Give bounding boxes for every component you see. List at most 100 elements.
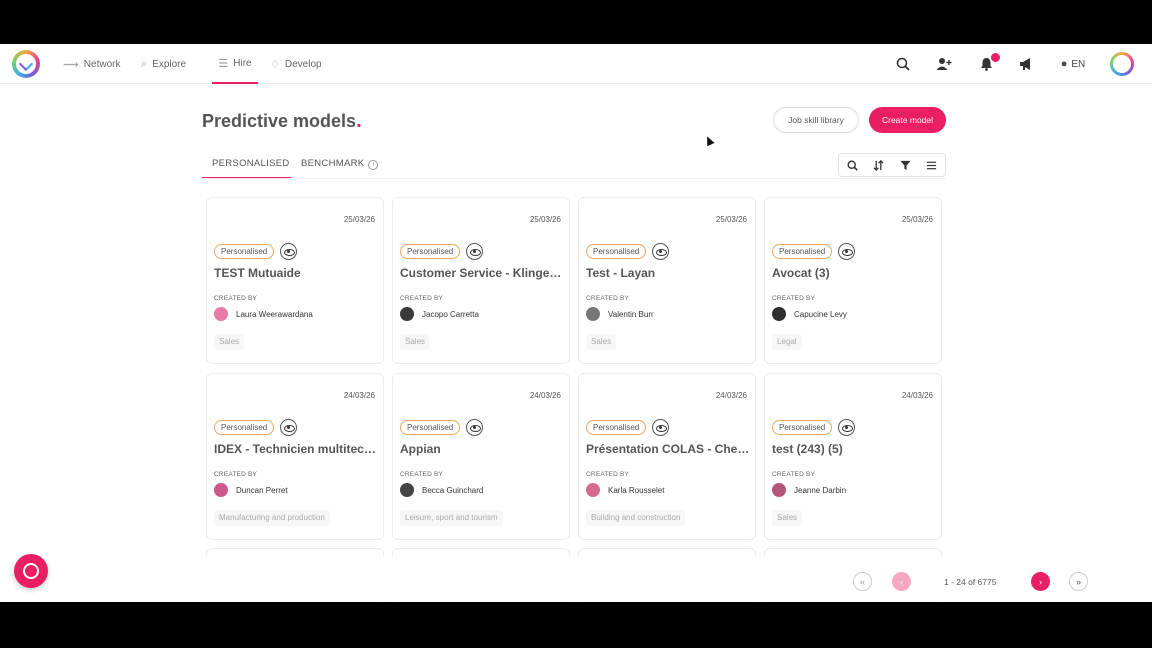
- search-icon[interactable]: [893, 44, 913, 84]
- creator-name: Karla Rousselet: [608, 485, 665, 495]
- hire-icon: ☰: [218, 57, 229, 70]
- card-date: 25/03/26: [715, 215, 747, 224]
- list-toolbar: [838, 153, 946, 177]
- tab-personalised[interactable]: PERSONALISED: [202, 154, 291, 179]
- model-card[interactable]: 25/03/26 Personalised TEST Mutuaide CREATED…: [206, 197, 384, 364]
- notification-bell-icon[interactable]: [976, 44, 1000, 84]
- category-tag: Building and construction: [586, 510, 686, 526]
- tabs-divider: [202, 178, 946, 179]
- created-by-label: CREATED BY: [400, 471, 444, 478]
- creator-name: Capucine Levy: [794, 309, 847, 319]
- visibility-eye-icon[interactable]: [466, 419, 483, 436]
- nav-item-develop[interactable]: ♢ Develop: [270, 44, 322, 84]
- card-date: 24/03/26: [529, 391, 561, 400]
- card-title: IDEX - Technicien multitech...: [214, 442, 378, 456]
- category-tag: Leisure, sport and tourism: [400, 510, 503, 526]
- list-view-icon[interactable]: [919, 154, 946, 176]
- last-page-button[interactable]: »: [1069, 572, 1088, 591]
- support-headset-icon[interactable]: [14, 554, 48, 588]
- created-by-label: CREATED BY: [772, 295, 816, 302]
- nav-item-hire[interactable]: ☰ Hire: [212, 44, 258, 84]
- status-badge: Personalised: [772, 244, 833, 259]
- creator: Karla Rousselet: [586, 483, 664, 497]
- model-card[interactable]: 25/03/26 Personalised Test - Layan CREATED …: [578, 197, 756, 364]
- category-tag: Legal: [772, 334, 802, 350]
- category-tag: Sales: [400, 334, 431, 350]
- search-icon[interactable]: [839, 154, 866, 176]
- visibility-eye-icon[interactable]: [280, 419, 297, 436]
- status-badge: Personalised: [772, 420, 833, 435]
- avatar: [214, 307, 228, 321]
- avatar: [586, 307, 600, 321]
- letterbox-bottom: [0, 602, 1152, 648]
- created-by-label: CREATED BY: [214, 471, 258, 478]
- megaphone-icon[interactable]: [1016, 44, 1036, 84]
- add-user-icon[interactable]: [934, 44, 954, 84]
- card-date: 24/03/26: [901, 391, 933, 400]
- creator-name: Jeanne Darbin: [794, 485, 847, 495]
- creator: Becca Guinchard: [400, 483, 483, 497]
- create-model-button[interactable]: Create model: [869, 107, 946, 133]
- creator-name: Valentin Burr: [608, 309, 654, 319]
- creator: Capucine Levy: [772, 307, 847, 321]
- card-date: 25/03/26: [901, 215, 933, 224]
- creator: Duncan Perret: [214, 483, 288, 497]
- status-badge: Personalised: [214, 420, 275, 435]
- created-by-label: CREATED BY: [772, 471, 816, 478]
- creator-name: Becca Guinchard: [422, 485, 484, 495]
- visibility-eye-icon[interactable]: [652, 419, 669, 436]
- pagination-range: 1 - 24 of 6775: [944, 577, 997, 587]
- avatar: [772, 483, 786, 497]
- globe-icon: ●: [1060, 58, 1068, 70]
- app-logo[interactable]: [12, 50, 40, 78]
- sort-icon[interactable]: [866, 154, 893, 176]
- nav-item-label: Hire: [233, 57, 252, 69]
- status-badge: Personalised: [214, 244, 275, 259]
- card-title: test (243) (5): [772, 442, 843, 456]
- model-card[interactable]: 24/03/26 Personalised Appian CREATED BY Becc…: [392, 373, 570, 540]
- page-title: Predictive models.: [202, 110, 362, 133]
- model-card[interactable]: 24/03/26 Personalised Présentation COLAS -…: [578, 373, 756, 540]
- card-date: 25/03/26: [529, 215, 561, 224]
- model-card[interactable]: 25/03/26 Personalised Customer Service - K…: [392, 197, 570, 364]
- info-icon[interactable]: i: [368, 160, 379, 170]
- created-by-label: CREATED BY: [586, 295, 630, 302]
- card-date: 25/03/26: [343, 215, 375, 224]
- model-card[interactable]: 24/03/26 Personalised IDEX - Technicien mu…: [206, 373, 384, 540]
- page-title-text: Predictive models: [202, 111, 357, 131]
- model-card[interactable]: 24/03/26 Personalised test (243) (5) CREATE…: [764, 373, 942, 540]
- model-card[interactable]: 25/03/26 Personalised Avocat (3) CREATED BY…: [764, 197, 942, 364]
- network-icon: ⟿: [63, 58, 79, 71]
- app-window: ⟿ Network ⌕ Explore ☰ Hire ♢ Develop ● E…: [0, 44, 1152, 602]
- filter-icon[interactable]: [892, 154, 919, 176]
- nav-item-explore[interactable]: ⌕ Explore: [141, 44, 186, 84]
- status-badge: Personalised: [586, 244, 647, 259]
- visibility-eye-icon[interactable]: [652, 243, 669, 260]
- status-badge: Personalised: [400, 244, 461, 259]
- avatar: [214, 483, 228, 497]
- visibility-eye-icon[interactable]: [838, 419, 855, 436]
- creator: Valentin Burr: [586, 307, 654, 321]
- job-skill-library-button[interactable]: Job skill library: [773, 107, 859, 133]
- creator-name: Jacopo Carretta: [422, 309, 479, 319]
- visibility-eye-icon[interactable]: [280, 243, 297, 260]
- card-title: Présentation COLAS - Chef ...: [586, 442, 750, 456]
- tab-benchmark[interactable]: BENCHMARK i: [301, 154, 379, 179]
- notification-badge: [991, 53, 1000, 62]
- visibility-eye-icon[interactable]: [838, 243, 855, 260]
- user-avatar[interactable]: [1110, 52, 1134, 76]
- created-by-label: CREATED BY: [400, 295, 444, 302]
- category-tag: Sales: [586, 334, 617, 350]
- language-selector[interactable]: ● EN: [1056, 44, 1090, 84]
- card-title: Test - Layan: [586, 266, 656, 280]
- next-page-button[interactable]: ›: [1031, 572, 1050, 591]
- card-title: TEST Mutuaide: [214, 266, 301, 280]
- prev-page-button[interactable]: ‹: [892, 572, 911, 591]
- visibility-eye-icon[interactable]: [466, 243, 483, 260]
- category-tag: Sales: [772, 510, 803, 526]
- letterbox-top: [0, 0, 1152, 44]
- first-page-button[interactable]: «: [853, 572, 872, 591]
- tab-label: PERSONALISED: [212, 158, 290, 169]
- nav-item-network[interactable]: ⟿ Network: [63, 44, 120, 84]
- mouse-cursor: [703, 134, 715, 147]
